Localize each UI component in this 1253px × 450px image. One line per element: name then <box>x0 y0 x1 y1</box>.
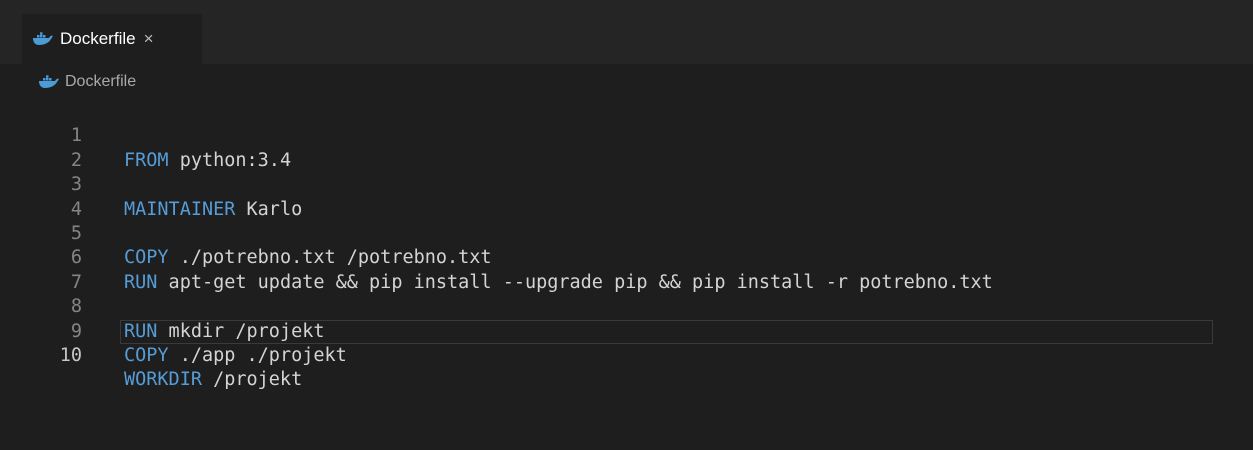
docker-whale-icon <box>39 75 59 88</box>
tab-dockerfile[interactable]: Dockerfile × <box>22 14 202 64</box>
tab-bar: Dockerfile × <box>0 0 1253 64</box>
close-icon[interactable]: × <box>144 29 154 49</box>
line-number: 9 <box>70 320 82 342</box>
code-text: /projekt <box>201 369 303 391</box>
breadcrumb-label: Dockerfile <box>65 73 137 90</box>
code-editor: Dockerfile × Dockerfile 1 FROM python:3.… <box>0 0 1253 450</box>
code-line[interactable]: 6 RUN apt-get update && pip install --up… <box>0 222 1253 292</box>
line-number: 10 <box>59 344 82 366</box>
keyword: WORKDIR <box>124 369 202 391</box>
code-line[interactable]: 2 <box>0 124 1253 171</box>
code-line[interactable]: 1 FROM python:3.4 <box>0 100 1253 170</box>
code-line[interactable]: 5 COPY ./potrebno.txt /potrebno.txt <box>0 198 1253 268</box>
docker-whale-icon <box>33 32 53 45</box>
code-line[interactable]: 3 MAINTAINER Karlo <box>0 149 1253 219</box>
code-line-current[interactable]: 10 WORKDIR /projekt <box>60 319 1213 390</box>
code-line[interactable]: 7 <box>0 246 1253 293</box>
code-line[interactable]: 4 <box>0 173 1253 220</box>
breadcrumb[interactable]: Dockerfile <box>38 70 136 94</box>
code-area[interactable]: 1 FROM python:3.4 2 3 MAINTAINER Karlo 4… <box>0 100 1253 390</box>
code-text: ./app ./projekt <box>168 344 347 366</box>
code-line[interactable]: 8 RUN mkdir /projekt <box>0 271 1253 341</box>
code-line[interactable]: 9 COPY ./app ./projekt <box>0 295 1253 366</box>
tab-label: Dockerfile <box>60 29 136 48</box>
